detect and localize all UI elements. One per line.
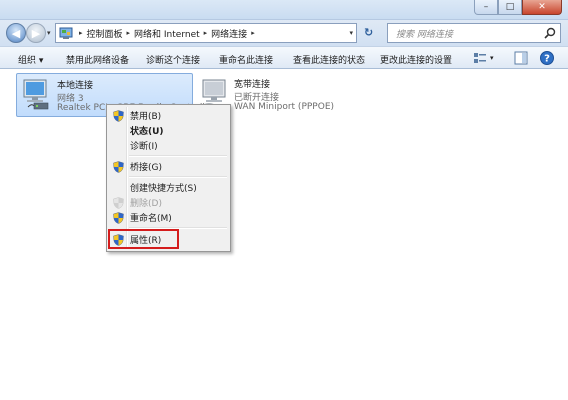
- view-status-button[interactable]: 查看此连接的状态: [293, 53, 365, 66]
- change-settings-button[interactable]: 更改此连接的设置: [380, 53, 452, 66]
- control-panel-icon: [59, 27, 73, 39]
- menu-item-create-shortcut[interactable]: 创建快捷方式(S): [109, 180, 228, 195]
- search-input[interactable]: 搜索 网络连接: [396, 27, 543, 40]
- forward-button[interactable]: ▶: [26, 23, 46, 43]
- view-options-button[interactable]: ▾: [472, 50, 494, 66]
- properties-highlight-box: [108, 229, 179, 249]
- back-button[interactable]: ◀: [6, 23, 26, 43]
- menu-item-label: 创建快捷方式(S): [130, 184, 197, 194]
- window-controls: – □ ✕: [474, 0, 562, 15]
- breadcrumb-separator[interactable]: ▸: [127, 29, 131, 37]
- menu-item-disable[interactable]: 禁用(B): [109, 108, 228, 123]
- maximize-button[interactable]: □: [498, 0, 522, 15]
- menu-item-label: 桥接(G): [130, 163, 162, 173]
- diagnose-button[interactable]: 诊断这个连接: [146, 53, 200, 66]
- address-bar[interactable]: ▸ 控制面板 ▸ 网络和 Internet ▸ 网络连接 ▸ ▾: [55, 23, 357, 43]
- minimize-button[interactable]: –: [474, 0, 498, 15]
- menu-item-bridge[interactable]: 桥接(G): [109, 159, 228, 174]
- breadcrumb-network-connections[interactable]: 网络连接: [211, 27, 247, 40]
- command-bar: 组织 ▾ 禁用此网络设备 诊断这个连接 重命名此连接 查看此连接的状态 更改此连…: [0, 46, 568, 69]
- view-options-icon: [474, 53, 486, 63]
- address-dropdown-button[interactable]: ▾: [349, 29, 353, 37]
- rename-button[interactable]: 重命名此连接: [219, 53, 273, 66]
- close-button[interactable]: ✕: [522, 0, 562, 15]
- menu-item-status[interactable]: 状态(U): [109, 123, 228, 138]
- search-icon[interactable]: [543, 26, 557, 40]
- search-box[interactable]: 搜索 网络连接: [387, 23, 561, 43]
- breadcrumb-separator: ▸: [79, 29, 83, 37]
- connection-name: 本地连接: [57, 81, 94, 91]
- connection-adapter: WAN Miniport (PPPOE): [234, 102, 335, 112]
- breadcrumb-separator[interactable]: ▸: [251, 29, 255, 37]
- menu-item-label: 状态(U): [130, 127, 164, 137]
- menu-item-label: 诊断(I): [130, 142, 158, 152]
- menu-item-delete: 删除(D): [109, 195, 228, 210]
- breadcrumb-network-internet[interactable]: 网络和 Internet: [134, 27, 200, 40]
- connection-name: 宽带连接: [234, 80, 271, 90]
- menu-item-label: 禁用(B): [130, 112, 162, 122]
- connections-pane: 本地连接 网络 3 Realtek PCIe GBE Family Contro…: [0, 69, 568, 400]
- uac-shield-icon: [113, 212, 124, 224]
- menu-separator: [129, 155, 227, 157]
- svg-text:?: ?: [544, 54, 550, 65]
- address-row: ◀ ▶ ▾ ▸ 控制面板 ▸ 网络和 Internet ▸ 网络连接 ▸ ▾ ↻…: [0, 20, 568, 46]
- menu-item-label: 删除(D): [130, 199, 162, 209]
- organize-menu[interactable]: 组织 ▾: [18, 53, 43, 66]
- preview-pane-icon[interactable]: [513, 50, 529, 66]
- menu-separator: [129, 176, 227, 178]
- menu-item-label: 重命名(M): [130, 214, 172, 224]
- menu-item-rename[interactable]: 重命名(M): [109, 210, 228, 225]
- breadcrumb-separator[interactable]: ▸: [204, 29, 208, 37]
- uac-shield-icon: [113, 197, 124, 209]
- help-icon[interactable]: ?: [539, 50, 555, 66]
- network-adapter-icon: [23, 79, 49, 110]
- menu-item-diagnose[interactable]: 诊断(I): [109, 138, 228, 153]
- breadcrumb-control-panel[interactable]: 控制面板: [87, 27, 123, 40]
- uac-shield-icon: [113, 161, 124, 173]
- refresh-button[interactable]: ↻: [364, 26, 373, 39]
- view-options-dropdown-icon[interactable]: ▾: [490, 54, 494, 62]
- title-bar: – □ ✕: [0, 0, 568, 20]
- uac-shield-icon: [113, 110, 124, 122]
- disable-device-button[interactable]: 禁用此网络设备: [66, 53, 129, 66]
- context-menu: 禁用(B) 状态(U) 诊断(I) 桥接(G) 创建快捷方式(S) 删除(D) …: [106, 104, 231, 252]
- recent-pages-dropdown[interactable]: ▾: [47, 29, 51, 37]
